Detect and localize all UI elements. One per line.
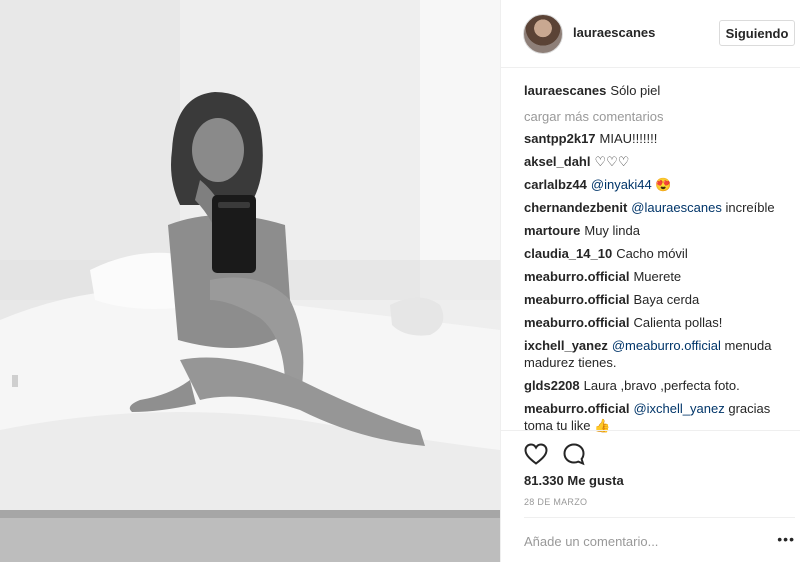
post-photo[interactable]: [0, 0, 500, 562]
comment-item: meaburro.official @ixchell_yanez gracias …: [524, 400, 796, 434]
comment-item: aksel_dahl ♡♡♡: [524, 153, 796, 170]
comment-input[interactable]: [524, 532, 764, 550]
comment-username[interactable]: ixchell_yanez: [524, 338, 608, 353]
comment-text: Calienta pollas!: [633, 315, 723, 330]
comment-item: claudia_14_10 Cacho móvil: [524, 245, 796, 262]
caption-username[interactable]: lauraescanes: [524, 83, 606, 98]
comment-text: Muy linda: [584, 223, 640, 238]
speech-bubble-icon[interactable]: [561, 441, 587, 467]
comment-item: glds2208 Laura ,bravo ,perfecta foto.: [524, 377, 796, 394]
comment-mention[interactable]: @lauraescanes: [631, 200, 722, 215]
comment-text: MIAU!!!!!!!: [599, 131, 658, 146]
comment-username[interactable]: meaburro.official: [524, 292, 629, 307]
comment-username[interactable]: santpp2k17: [524, 131, 596, 146]
comment-username[interactable]: meaburro.official: [524, 269, 629, 284]
comment-mention[interactable]: @meaburro.official: [612, 338, 721, 353]
avatar[interactable]: [523, 14, 563, 54]
following-button[interactable]: Siguiendo: [719, 20, 795, 46]
comment-mention[interactable]: @inyaki44: [591, 177, 652, 192]
comment-text: Muerete: [633, 269, 682, 284]
comment-username[interactable]: glds2208: [524, 378, 580, 393]
comment-text: Baya cerda: [633, 292, 700, 307]
post-caption: lauraescanes Sólo piel: [524, 82, 796, 100]
add-comment-area: •••: [524, 517, 795, 557]
comment-username[interactable]: claudia_14_10: [524, 246, 612, 261]
comments-section: lauraescanes Sólo piel cargar más comenta…: [524, 82, 796, 440]
comment-item: meaburro.official Muerete: [524, 268, 796, 285]
more-dots-icon[interactable]: •••: [777, 532, 795, 546]
comment-text: 😍: [655, 177, 672, 192]
comment-username[interactable]: carlalbz44: [524, 177, 587, 192]
comment-username[interactable]: martoure: [524, 223, 580, 238]
likes-count[interactable]: 81.330 Me gusta: [524, 473, 624, 488]
load-more-comments-link[interactable]: cargar más comentarios: [524, 108, 796, 126]
comment-text: ♡♡♡: [594, 154, 630, 169]
comment-text: increíble: [725, 200, 775, 215]
comment-item: carlalbz44 @inyaki44 😍: [524, 176, 796, 193]
heart-icon[interactable]: [523, 441, 549, 467]
post-header: lauraescanes Siguiendo: [501, 0, 800, 68]
post-date: 28 DE MARZO: [524, 497, 588, 507]
post-side-panel: lauraescanes Siguiendo lauraescanes Sólo …: [500, 0, 800, 562]
comment-username[interactable]: meaburro.official: [524, 401, 629, 416]
comment-item: santpp2k17 MIAU!!!!!!!: [524, 130, 796, 147]
caption-text: Sólo piel: [610, 83, 661, 98]
comment-item: meaburro.official Calienta pollas!: [524, 314, 796, 331]
comment-text: Laura ,bravo ,perfecta foto.: [583, 378, 740, 393]
post-actions: 81.330 Me gusta 28 DE MARZO •••: [501, 430, 800, 558]
comment-username[interactable]: aksel_dahl: [524, 154, 591, 169]
comment-item: chernandezbenit @lauraescanes increíble: [524, 199, 796, 216]
header-username[interactable]: lauraescanes: [573, 25, 655, 40]
comment-username[interactable]: chernandezbenit: [524, 200, 627, 215]
comment-mention[interactable]: @ixchell_yanez: [633, 401, 724, 416]
comment-item: meaburro.official Baya cerda: [524, 291, 796, 308]
comment-item: martoure Muy linda: [524, 222, 796, 239]
comment-item: ixchell_yanez @meaburro.official menuda m…: [524, 337, 796, 371]
comment-text: Cacho móvil: [616, 246, 688, 261]
comment-username[interactable]: meaburro.official: [524, 315, 629, 330]
photo-illustration: [0, 0, 500, 562]
